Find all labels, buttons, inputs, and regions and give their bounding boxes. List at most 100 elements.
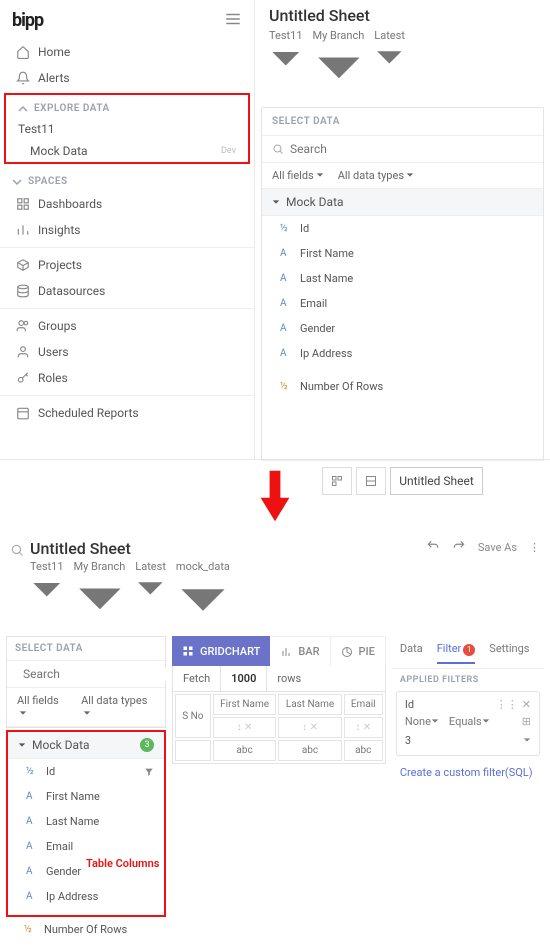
crumb-tag-2[interactable]: Latest [135, 560, 166, 630]
col-last[interactable]: ALast Name [262, 266, 543, 291]
col-ip-2[interactable]: AIp Address [8, 884, 164, 909]
nav-roles[interactable]: Roles [0, 365, 254, 391]
custom-filter-link[interactable]: Create a custom filter(SQL) [392, 756, 544, 789]
database-icon [16, 284, 30, 298]
filter-icon[interactable] [144, 767, 154, 777]
saveas-btn[interactable]: Save As [478, 541, 517, 554]
all-fields-dropdown[interactable]: All fields [272, 169, 324, 182]
grid-sort-2[interactable]: ↕ ✕ [278, 717, 341, 738]
tab-data[interactable]: Data [400, 636, 423, 664]
search-input-2[interactable] [23, 667, 179, 681]
grid-col-first[interactable]: First Name [213, 694, 277, 715]
nav-datasources[interactable]: Datasources [0, 278, 254, 304]
all-types-dropdown[interactable]: All data types [338, 169, 414, 182]
nav-alerts[interactable]: Alerts [0, 65, 254, 91]
users-icon [16, 319, 30, 333]
undo-btn[interactable] [426, 539, 440, 556]
measure-rows-2[interactable]: ½Number Of Rows [6, 917, 166, 942]
redo-btn[interactable] [452, 539, 466, 556]
add-grid-btn[interactable] [322, 467, 352, 495]
explore-header[interactable]: EXPLORE DATA [6, 95, 248, 118]
chevron-up-icon [18, 104, 28, 114]
fetch-value[interactable]: 1000 [220, 666, 267, 691]
col-id-2[interactable]: ½Id [8, 759, 164, 784]
search-row-2[interactable] [7, 661, 165, 688]
viz-pie-btn[interactable]: PIE [331, 636, 386, 666]
caret-down-icon[interactable] [523, 736, 531, 744]
col-id[interactable]: ½Id [262, 216, 543, 241]
explore-datasource[interactable]: Mock Data Dev [6, 140, 248, 162]
crumb-project[interactable]: Test11 [269, 29, 303, 97]
all-types-dropdown-2[interactable]: All data types [81, 694, 155, 720]
col-gender-2[interactable]: AGender Table Columns [8, 859, 164, 884]
col-email[interactable]: AEmail [262, 291, 543, 316]
grid-col-email[interactable]: Email [344, 694, 383, 715]
remove-col-icon[interactable]: ✕ [244, 722, 252, 733]
grid-sort-3[interactable]: ↕ ✕ [344, 717, 383, 738]
nav-scheduled[interactable]: Scheduled Reports [0, 400, 254, 426]
sheet-title-2: Untitled Sheet [30, 539, 426, 558]
nav-insights[interactable]: Insights [0, 217, 254, 243]
search-icon [272, 143, 284, 155]
grid-sort-1[interactable]: ↕ ✕ [213, 717, 277, 738]
app-logo: bipp [12, 10, 43, 31]
caret-down-icon [30, 573, 64, 607]
caret-down-icon [406, 171, 414, 179]
viz-grid-btn[interactable]: GRIDCHART [172, 636, 270, 666]
filter-value[interactable]: 3 [405, 734, 411, 747]
viz-bar-btn[interactable]: BAR [270, 636, 330, 666]
nav-projects[interactable]: Projects [0, 252, 254, 278]
nav-dashboards[interactable]: Dashboards [0, 191, 254, 217]
text-type-icon: A [26, 841, 38, 852]
hamburger-icon[interactable] [224, 10, 242, 31]
filter-close-icon[interactable]: ✕ [522, 698, 531, 711]
col-ip[interactable]: AIp Address [262, 341, 543, 366]
add-panel-btn[interactable] [356, 467, 386, 495]
spaces-header[interactable]: SPACES [0, 168, 254, 191]
filter-settings-icon[interactable]: ⊞ [522, 715, 531, 728]
col-last-2[interactable]: ALast Name [8, 809, 164, 834]
all-fields-dropdown-2[interactable]: All fields [17, 694, 67, 720]
col-gender[interactable]: AGender [262, 316, 543, 341]
grid-col-last[interactable]: Last Name [278, 694, 341, 715]
filter-drag-icon[interactable]: ⋮⋮ [496, 698, 518, 711]
remove-col-icon[interactable]: ✕ [363, 722, 371, 733]
measure-rows[interactable]: ½Number Of Rows [262, 374, 543, 399]
filter-none-dropdown[interactable]: None [405, 715, 439, 728]
remove-col-icon[interactable]: ✕ [310, 722, 318, 733]
tab-settings[interactable]: Settings [489, 636, 529, 664]
caret-down-icon [374, 42, 405, 73]
squares-icon [331, 475, 343, 487]
filter-card: Id ⋮⋮ ✕ None Equals ⊞ 3 [396, 691, 540, 756]
text-type-icon: A [280, 248, 292, 259]
nav-users[interactable]: Users [0, 339, 254, 365]
dev-tag: Dev [221, 146, 236, 156]
nav-home[interactable]: Home [0, 39, 254, 65]
select-data-header-2: SELECT DATA [7, 637, 165, 661]
nav-groups[interactable]: Groups [0, 313, 254, 339]
filter-count-badge: 1 [463, 644, 475, 656]
applied-filters-header: APPLIED FILTERS [392, 669, 544, 691]
col-first[interactable]: AFirst Name [262, 241, 543, 266]
crumb-project-2[interactable]: Test11 [30, 560, 64, 630]
sheet-tab[interactable]: Untitled Sheet [390, 467, 483, 495]
col-email-2[interactable]: AEmail [8, 834, 164, 859]
filter-op-dropdown[interactable]: Equals [449, 715, 490, 728]
col-first-2[interactable]: AFirst Name [8, 784, 164, 809]
crumb-branch[interactable]: My Branch [313, 29, 365, 97]
more-btn[interactable]: ⋮ [529, 541, 540, 554]
arrow-down-icon [257, 468, 293, 524]
table-header[interactable]: Mock Data [262, 189, 543, 216]
key-icon [16, 371, 30, 385]
crumb-tag[interactable]: Latest [374, 29, 405, 97]
table-header-2[interactable]: Mock Data 3 [8, 732, 164, 759]
tab-filter[interactable]: Filter1 [437, 636, 476, 664]
search-icon-btn[interactable] [10, 539, 30, 560]
crumb-branch-2[interactable]: My Branch [74, 560, 126, 630]
search-input[interactable] [290, 142, 533, 156]
explore-project[interactable]: Test11 [6, 118, 248, 140]
chart-icon [16, 223, 30, 237]
search-row[interactable] [262, 136, 543, 163]
annotation-label: Table Columns [86, 857, 159, 870]
crumb-ds[interactable]: mock_data [176, 560, 230, 630]
